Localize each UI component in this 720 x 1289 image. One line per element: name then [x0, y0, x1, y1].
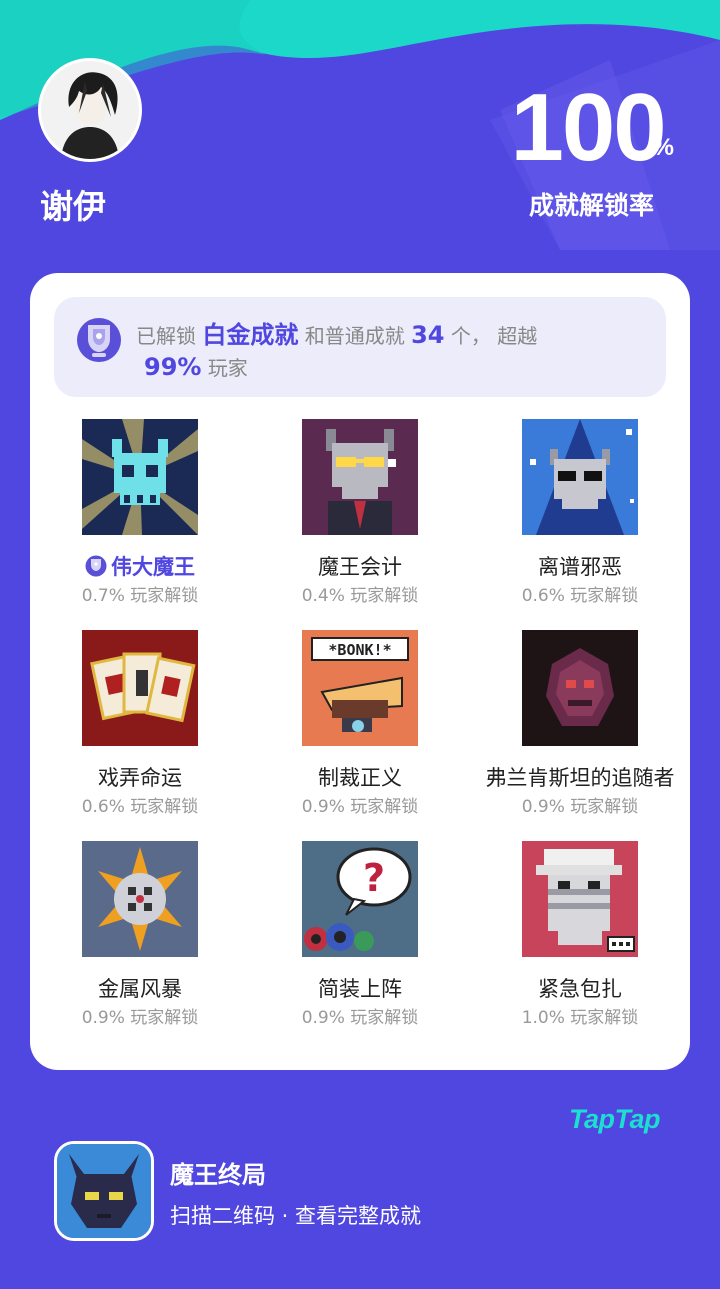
achievement-name: 简装上阵 [318, 977, 402, 1001]
achievement-badge-fate-cards-icon [82, 630, 198, 746]
summary-count: 34 [411, 321, 445, 349]
achievement-name-text: 伟大魔王 [111, 555, 195, 579]
summary-prefix: 已解锁 [136, 324, 196, 348]
achievement-badge-absurd-evil-icon [522, 419, 638, 535]
achievement-unlock-rate: 0.6% 玩家解锁 [81, 797, 199, 817]
achievement-item[interactable]: 魔王会计 0.4% 玩家解锁 [260, 419, 460, 606]
summary-percent: 99% [144, 353, 202, 381]
achievement-unlock-rate: 0.9% 玩家解锁 [521, 797, 639, 817]
achievement-unlock-rate: 0.9% 玩家解锁 [81, 1008, 199, 1028]
platinum-trophy-icon [85, 555, 107, 577]
achievement-badge-bonk-icon: *BONK!* [302, 630, 418, 746]
achievement-item[interactable]: 戏弄命运 0.6% 玩家解锁 [40, 630, 240, 817]
achievement-unlock-rate: 0.9% 玩家解锁 [301, 1008, 419, 1028]
achievement-item[interactable]: ? 简装上阵 0.9% 玩家解锁 [260, 841, 460, 1028]
completion-label: 成就解锁率 [528, 191, 654, 220]
avatar-portrait-icon [41, 61, 139, 159]
achievement-unlock-rate: 0.4% 玩家解锁 [301, 586, 419, 606]
avatar[interactable] [38, 58, 142, 162]
summary-middle: 和普通成就 [304, 324, 405, 348]
summary-platinum-label: 白金成就 [202, 321, 299, 349]
achievement-name: 弗兰肯斯坦的追随者 [485, 766, 675, 790]
achievement-item[interactable]: 紧急包扎 1.0% 玩家解锁 [480, 841, 680, 1028]
achievement-badge-first-aid-icon [522, 841, 638, 957]
achievement-badge-frankenstein-icon [522, 630, 638, 746]
achievement-name: 紧急包扎 [538, 977, 622, 1001]
achievement-item[interactable]: 弗兰肯斯坦的追随者 0.9% 玩家解锁 [480, 630, 680, 817]
summary-line-2: 99% 玩家 [144, 352, 248, 381]
achievement-badge-accountant-icon [302, 419, 418, 535]
achievement-badge-great-demon-king-icon [82, 419, 198, 535]
game-app-icon[interactable] [54, 1141, 154, 1241]
summary-suffix: 个， 超越 [450, 324, 538, 348]
achievement-unlock-rate: 0.6% 玩家解锁 [521, 586, 639, 606]
achievement-item[interactable]: 金属风暴 0.9% 玩家解锁 [40, 841, 240, 1028]
achievement-name: 金属风暴 [98, 977, 182, 1001]
achievement-item[interactable]: *BONK!* 制裁正义 0.9% 玩家解锁 [260, 630, 460, 817]
achievement-item[interactable]: 离谱邪恶 0.6% 玩家解锁 [480, 419, 680, 606]
summary-line-1: 已解锁 白金成就 和普通成就 34 个， 超越 [136, 315, 537, 350]
summary-banner: 已解锁 白金成就 和普通成就 34 个， 超越 99% 玩家 [54, 297, 666, 397]
achievement-badge-light-armor-icon: ? [302, 841, 418, 957]
achievement-name: 魔王会计 [318, 555, 402, 579]
completion-rate: 100% [510, 78, 674, 178]
game-subtitle: 扫描二维码 · 查看完整成就 [170, 1204, 422, 1228]
bonk-text: *BONK!* [328, 641, 391, 659]
achievement-item[interactable]: 伟大魔王 0.7% 玩家解锁 [40, 419, 240, 606]
completion-value: 100 [510, 74, 666, 181]
achievement-name: 离谱邪恶 [538, 555, 622, 579]
question-mark: ? [363, 856, 385, 900]
achievement-unlock-rate: 0.9% 玩家解锁 [301, 797, 419, 817]
achievement-card: 已解锁 白金成就 和普通成就 34 个， 超越 99% 玩家 伟大魔王 0.7%… [30, 273, 690, 1070]
demon-king-game-icon [57, 1144, 151, 1238]
trophy-icon [77, 318, 121, 362]
achievement-name: 制裁正义 [318, 766, 402, 790]
summary-tail: 玩家 [207, 356, 248, 380]
achievement-unlock-rate: 1.0% 玩家解锁 [521, 1008, 639, 1028]
taptap-logo: TapTap [569, 1104, 661, 1134]
game-title: 魔王终局 [170, 1161, 266, 1189]
completion-unit: % [652, 134, 674, 161]
username: 谢伊 [40, 187, 106, 226]
achievement-unlock-rate: 0.7% 玩家解锁 [81, 586, 199, 606]
achievement-name: 伟大魔王 [40, 551, 240, 579]
achievement-badge-metal-storm-icon [82, 841, 198, 957]
achievement-name: 戏弄命运 [98, 766, 182, 790]
